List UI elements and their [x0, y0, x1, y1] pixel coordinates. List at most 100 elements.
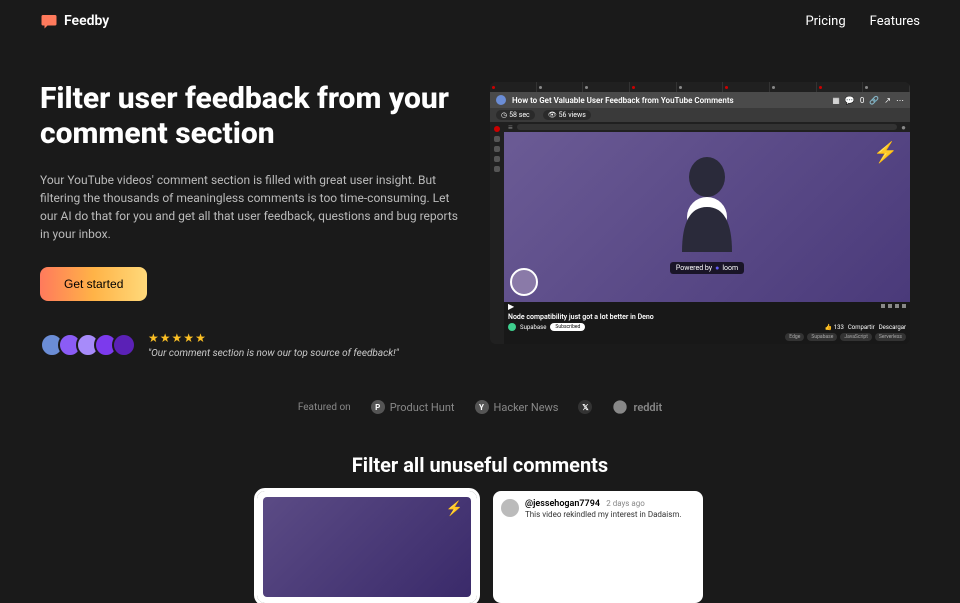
control-icon[interactable]	[888, 304, 892, 308]
sidebar-icon[interactable]	[494, 136, 500, 142]
hero-title: Filter user feedback from your comment s…	[40, 82, 460, 151]
featured-section: Featured on P Product Hunt Y Hacker News…	[0, 379, 960, 435]
section-title: Filter all unuseful comments	[0, 453, 960, 477]
loom-header: How to Get Valuable User Feedback from Y…	[490, 92, 910, 108]
featured-product-hunt[interactable]: P Product Hunt	[371, 400, 455, 414]
nav-pricing[interactable]: Pricing	[805, 14, 845, 29]
record-icon[interactable]	[494, 126, 500, 132]
play-control-icon[interactable]: ▶	[508, 302, 514, 311]
link-icon[interactable]: 🔗	[869, 96, 879, 105]
subscribe-button[interactable]: Subscribed	[550, 323, 585, 331]
sidebar-icon[interactable]	[494, 166, 500, 172]
browser-tab[interactable]	[583, 82, 630, 92]
featured-label: Featured on	[298, 402, 351, 413]
eye-icon: 👁	[548, 111, 557, 119]
youtube-area: ≡ ● ⚡ Powered by ●	[490, 122, 910, 344]
duration-pill: ◷ 58 sec	[496, 110, 535, 120]
header: Feedby Pricing Features	[0, 0, 960, 42]
tag[interactable]: Supabase	[807, 333, 837, 341]
hacker-news-icon: Y	[475, 400, 489, 414]
nav-features[interactable]: Features	[870, 14, 920, 29]
chat-icon	[40, 12, 58, 30]
loom-avatar	[496, 95, 506, 105]
video-controls: ▶	[504, 302, 910, 310]
featured-reddit[interactable]: reddit	[612, 399, 662, 415]
avatar	[112, 333, 136, 357]
video-card[interactable]: ⚡	[257, 491, 477, 603]
hero-section: Filter user feedback from your comment s…	[0, 42, 960, 379]
comment-timestamp: 2 days ago	[606, 499, 645, 508]
video-thumbnail: ⚡	[263, 497, 471, 597]
demo-video: How to Get Valuable User Feedback from Y…	[490, 82, 910, 359]
grid-icon[interactable]: ▦	[832, 96, 840, 105]
browser-tab[interactable]	[630, 82, 677, 92]
commenter-handle[interactable]: @jessehogan7794	[525, 499, 600, 509]
browser-tab[interactable]	[817, 82, 864, 92]
fullscreen-icon[interactable]	[902, 304, 906, 308]
menu-icon[interactable]: ≡	[508, 123, 513, 132]
tag[interactable]: Edge	[785, 333, 804, 341]
presenter-silhouette	[667, 152, 747, 252]
views-pill: 👁 56 views	[543, 110, 591, 120]
logo[interactable]: Feedby	[40, 12, 109, 30]
comment-body: This video rekindled my interest in Dada…	[525, 510, 681, 519]
browser-tab[interactable]	[490, 82, 537, 92]
neon-logo-icon: ⚡	[446, 501, 463, 517]
channel-avatar	[508, 323, 516, 331]
tag[interactable]: JavaScript	[840, 333, 872, 341]
browser-frame: How to Get Valuable User Feedback from Y…	[490, 82, 910, 344]
comment-icon[interactable]: 💬	[845, 96, 855, 105]
mic-icon[interactable]: ●	[901, 123, 906, 132]
loom-stats: ◷ 58 sec 👁 56 views	[490, 108, 910, 122]
sidebar-icon[interactable]	[494, 146, 500, 152]
youtube-topbar: ≡ ●	[504, 122, 910, 132]
browser-tab[interactable]	[723, 82, 770, 92]
loom-title: How to Get Valuable User Feedback from Y…	[512, 96, 826, 105]
hero-description: Your YouTube videos' comment section is …	[40, 171, 460, 243]
video-meta: Node compatibility just got a lot better…	[504, 310, 910, 344]
youtube-video-title: Node compatibility just got a lot better…	[508, 313, 906, 321]
video-player[interactable]: ⚡ Powered by ● loom	[504, 132, 910, 302]
commenter-avatar	[501, 499, 519, 517]
neon-logo-icon: ⚡	[873, 140, 898, 164]
star-rating: ★ ★ ★ ★ ★	[148, 331, 399, 345]
star-icon: ★	[148, 331, 159, 345]
channel-name[interactable]: Supabase	[520, 324, 546, 331]
share-icon[interactable]: ↗	[884, 96, 891, 105]
reddit-icon	[612, 399, 628, 415]
youtube-search[interactable]	[517, 124, 897, 130]
browser-tab[interactable]	[537, 82, 584, 92]
brand-name: Feedby	[64, 13, 109, 29]
social-proof: ★ ★ ★ ★ ★ "Our comment section is now ou…	[40, 331, 460, 359]
product-hunt-icon: P	[371, 400, 385, 414]
control-icon[interactable]	[895, 304, 899, 308]
star-icon: ★	[195, 331, 206, 345]
star-icon: ★	[160, 331, 171, 345]
sidebar-icon[interactable]	[494, 156, 500, 162]
x-icon: 𝕏	[578, 400, 592, 414]
share-button[interactable]: Compartir	[848, 324, 875, 331]
comment-card: @jessehogan7794 2 days ago This video re…	[493, 491, 703, 603]
presenter-pip	[510, 268, 538, 296]
more-icon[interactable]: ⋯	[896, 96, 904, 105]
like-button[interactable]: 👍 133	[825, 324, 844, 331]
avatar-stack	[40, 333, 136, 357]
testimonial-quote: "Our comment section is now our top sour…	[148, 348, 399, 359]
browser-tab[interactable]	[677, 82, 724, 92]
hero-content: Filter user feedback from your comment s…	[40, 82, 460, 359]
youtube-sidebar	[490, 122, 504, 344]
get-started-button[interactable]: Get started	[40, 267, 147, 301]
control-icon[interactable]	[881, 304, 885, 308]
browser-tabs	[490, 82, 910, 92]
nav: Pricing Features	[805, 14, 920, 29]
powered-by-badge: Powered by ● loom	[670, 262, 744, 274]
tag[interactable]: Serverless	[875, 333, 906, 341]
clock-icon: ◷	[501, 111, 507, 119]
star-icon: ★	[183, 331, 194, 345]
browser-tab[interactable]	[770, 82, 817, 92]
browser-tab[interactable]	[863, 82, 910, 92]
comment-count: 0	[860, 96, 865, 105]
featured-hacker-news[interactable]: Y Hacker News	[475, 400, 559, 414]
download-button[interactable]: Descargar	[879, 324, 906, 331]
featured-x[interactable]: 𝕏	[578, 400, 592, 414]
